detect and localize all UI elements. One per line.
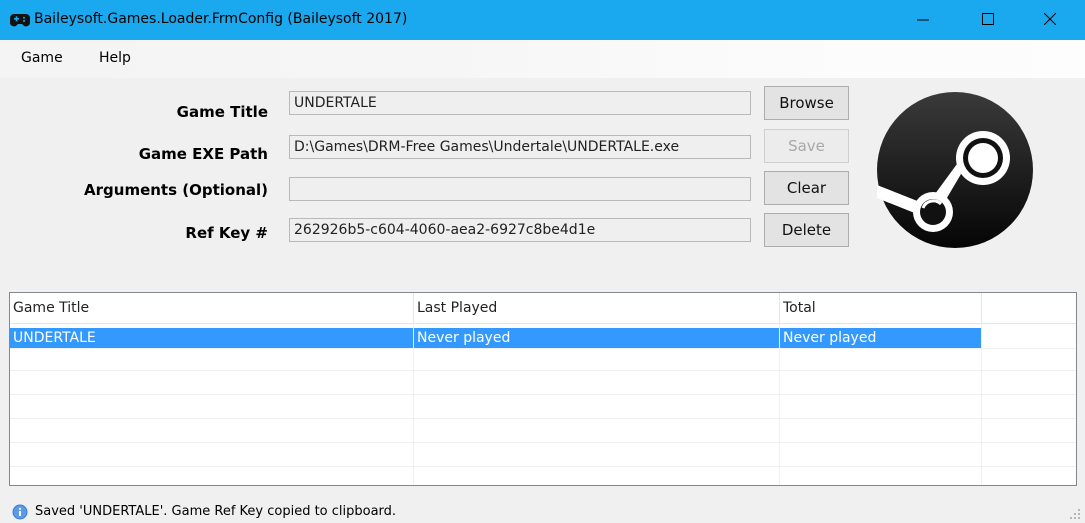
column-last-played[interactable]: Last Played bbox=[414, 293, 780, 323]
close-button[interactable] bbox=[1028, 0, 1074, 40]
column-total[interactable]: Total bbox=[780, 293, 982, 323]
menu-game[interactable]: Game bbox=[21, 50, 63, 66]
menu-bar: Game Help bbox=[0, 40, 1085, 78]
table-row[interactable]: UNDERTALE Never played Never played bbox=[10, 328, 1076, 349]
status-message: Saved 'UNDERTALE'. Game Ref Key copied t… bbox=[35, 504, 397, 519]
browse-button[interactable]: Browse bbox=[764, 86, 849, 120]
clear-button[interactable]: Clear bbox=[764, 171, 849, 205]
column-game-title[interactable]: Game Title bbox=[10, 293, 414, 323]
resize-grip-icon[interactable] bbox=[1069, 508, 1081, 520]
status-bar: Saved 'UNDERTALE'. Game Ref Key copied t… bbox=[0, 500, 1085, 523]
delete-button[interactable]: Delete bbox=[764, 213, 849, 247]
list-header: Game Title Last Played Total bbox=[10, 293, 1076, 324]
cell-game-title: UNDERTALE bbox=[10, 328, 414, 348]
title-bar: Baileysoft.Games.Loader.FrmConfig (Baile… bbox=[0, 0, 1085, 40]
empty-row bbox=[10, 446, 1076, 467]
arguments-label: Arguments (Optional) bbox=[84, 181, 268, 199]
cell-total: Never played bbox=[780, 328, 982, 348]
maximize-button[interactable] bbox=[966, 0, 1012, 40]
minimize-button[interactable] bbox=[901, 0, 947, 40]
empty-row bbox=[10, 398, 1076, 419]
game-title-input[interactable]: UNDERTALE bbox=[289, 91, 751, 115]
empty-row bbox=[10, 374, 1076, 395]
exe-path-input[interactable]: D:\Games\DRM-Free Games\Undertale\UNDERT… bbox=[289, 135, 751, 159]
ref-key-label: Ref Key # bbox=[185, 224, 268, 242]
arguments-input[interactable] bbox=[289, 177, 751, 201]
games-list[interactable]: Game Title Last Played Total UNDERTALE N… bbox=[9, 292, 1077, 486]
steam-logo-icon bbox=[877, 92, 1033, 248]
ref-key-input[interactable]: 262926b5-c604-4060-aea2-6927c8be4d1e bbox=[289, 218, 751, 242]
gamepad-icon bbox=[10, 14, 30, 27]
empty-row bbox=[10, 422, 1076, 443]
save-button[interactable]: Save bbox=[764, 129, 849, 163]
cell-last-played: Never played bbox=[414, 328, 780, 348]
empty-row bbox=[10, 350, 1076, 371]
menu-help[interactable]: Help bbox=[99, 50, 131, 66]
close-icon bbox=[1044, 13, 1056, 25]
game-title-label: Game Title bbox=[176, 103, 268, 121]
minimize-icon bbox=[917, 19, 929, 21]
maximize-icon bbox=[982, 13, 994, 25]
info-icon bbox=[12, 504, 28, 520]
exe-path-label: Game EXE Path bbox=[138, 145, 268, 163]
window-title: Baileysoft.Games.Loader.FrmConfig (Baile… bbox=[34, 11, 408, 27]
